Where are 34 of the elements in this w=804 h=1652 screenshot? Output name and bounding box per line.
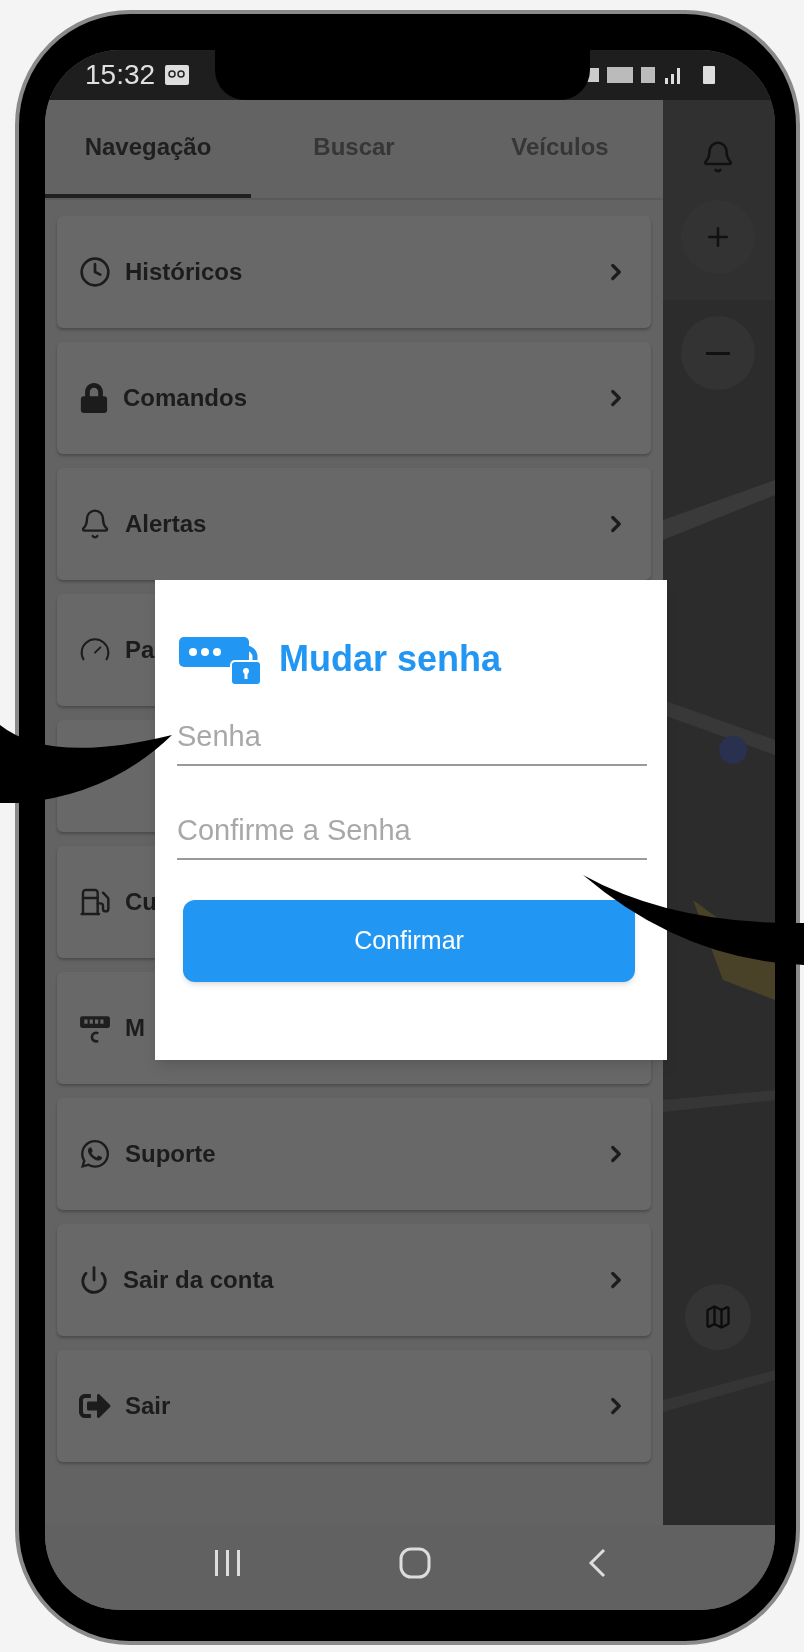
menu-label: Cu [125,887,157,917]
menu-item[interactable]: Sair da conta [57,1224,651,1336]
status-time: 15:32 [85,58,156,92]
menu-label: Alertas [125,509,207,539]
confirm-button[interactable]: Confirmar [183,900,635,982]
lock-icon [79,383,109,413]
map-icon [704,1303,732,1331]
password-field[interactable]: Confirme a Senha [177,802,647,860]
power-icon [79,1265,109,1295]
bell-icon[interactable] [701,140,735,174]
whatsapp-icon [79,1138,111,1170]
dialog-title: Mudar senha [279,637,502,681]
menu-label: Comandos [123,383,247,413]
voicemail-icon [165,65,190,85]
menu-label: Sair [125,1391,171,1421]
minus-icon [706,351,730,355]
menu-label: Históricos [125,257,243,287]
password-field[interactable]: Senha [177,708,647,766]
menu-item[interactable]: Alertas [57,468,651,580]
tab[interactable]: Navegação [45,100,251,198]
menu-item[interactable]: Suporte [57,1098,651,1210]
menu-label: Pa [125,635,155,665]
clock-icon [79,256,111,288]
menu-item[interactable]: Sair [57,1350,651,1462]
home-icon[interactable] [399,1546,431,1579]
menu-label: Suporte [125,1139,216,1169]
bell-icon [79,508,111,540]
fuel-pump-icon [79,886,111,918]
menu-label: M [125,1013,145,1043]
menu-item[interactable]: Comandos [57,342,651,454]
menu-item[interactable]: Históricos [57,216,651,328]
menu-label: Sair da conta [123,1265,274,1295]
back-icon[interactable] [587,1547,607,1578]
recent-apps-icon[interactable] [213,1547,243,1578]
